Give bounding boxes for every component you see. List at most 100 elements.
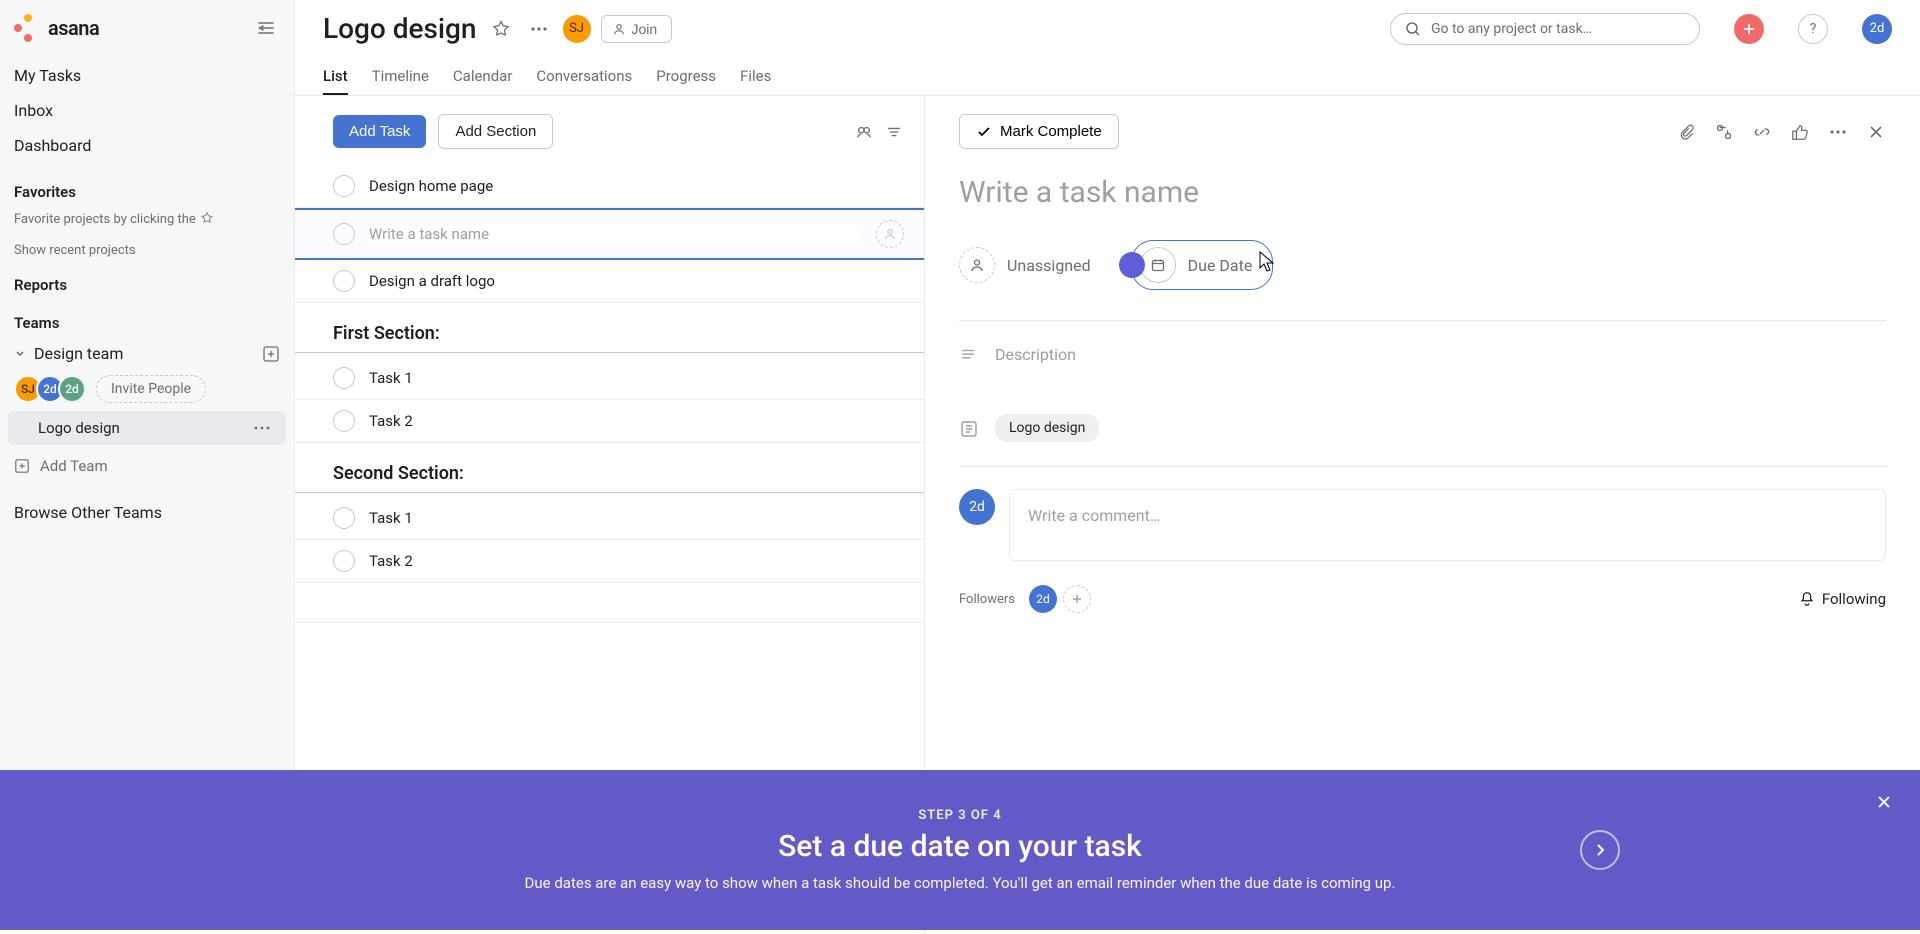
tab-progress[interactable]: Progress bbox=[656, 59, 716, 95]
onboarding-next-button[interactable] bbox=[1580, 830, 1620, 870]
subtask-icon[interactable] bbox=[1714, 122, 1734, 142]
join-button[interactable]: Join bbox=[601, 15, 673, 43]
assign-placeholder-icon[interactable] bbox=[876, 220, 904, 248]
complete-checkbox[interactable] bbox=[333, 507, 355, 529]
due-date-field[interactable]: Due Date bbox=[1131, 240, 1274, 290]
omni-add-button[interactable] bbox=[1734, 14, 1764, 44]
project-more-button[interactable] bbox=[525, 15, 553, 43]
filter-icon[interactable] bbox=[884, 122, 904, 142]
project-more-icon[interactable] bbox=[248, 424, 276, 432]
onboarding-close-button[interactable] bbox=[1872, 790, 1896, 814]
calendar-icon bbox=[1140, 247, 1176, 283]
members-icon[interactable] bbox=[854, 122, 874, 142]
add-task-button[interactable]: Add Task bbox=[333, 115, 426, 148]
description-field[interactable]: Description bbox=[959, 345, 1886, 364]
mark-complete-button[interactable]: Mark Complete bbox=[959, 114, 1119, 149]
sidebar-project-logo-design[interactable]: Logo design bbox=[8, 411, 286, 445]
task-title-input[interactable] bbox=[959, 175, 1886, 210]
complete-checkbox[interactable] bbox=[333, 270, 355, 292]
teams-heading: Teams bbox=[0, 300, 294, 338]
add-section-button[interactable]: Add Section bbox=[438, 114, 553, 149]
attach-icon[interactable] bbox=[1676, 122, 1696, 142]
team-members: SJ 2d 2d Invite People bbox=[0, 369, 294, 409]
project-tabs: List Timeline Calendar Conversations Pro… bbox=[323, 59, 1892, 95]
task-name[interactable]: Task 2 bbox=[369, 412, 904, 430]
onboarding-title: Set a due date on your task bbox=[525, 829, 1396, 864]
bell-icon bbox=[1798, 590, 1816, 608]
invite-people-button[interactable]: Invite People bbox=[96, 375, 206, 403]
tab-calendar[interactable]: Calendar bbox=[453, 59, 513, 95]
nav-inbox[interactable]: Inbox bbox=[0, 93, 294, 128]
favorites-heading: Favorites bbox=[0, 169, 294, 207]
sidebar-collapse-button[interactable] bbox=[252, 14, 280, 42]
current-user-avatar[interactable]: 2d bbox=[1862, 14, 1892, 44]
tab-conversations[interactable]: Conversations bbox=[536, 59, 632, 95]
favorites-hint: Favorite projects by clicking the bbox=[0, 207, 294, 239]
project-chip[interactable]: Logo design bbox=[995, 414, 1099, 442]
new-task-input[interactable] bbox=[369, 225, 862, 243]
like-icon[interactable] bbox=[1790, 122, 1810, 142]
favorite-star-button[interactable] bbox=[487, 15, 515, 43]
project-icon bbox=[959, 419, 977, 437]
task-row-new[interactable] bbox=[295, 208, 924, 260]
onboarding-highlight bbox=[1119, 252, 1145, 278]
task-row-empty[interactable] bbox=[295, 583, 924, 623]
complete-checkbox[interactable] bbox=[333, 367, 355, 389]
description-icon bbox=[959, 346, 977, 364]
assignee-field[interactable]: Unassigned bbox=[959, 247, 1091, 283]
caret-down-icon[interactable] bbox=[14, 348, 26, 360]
current-user-avatar: 2d bbox=[959, 489, 995, 525]
section-heading[interactable]: First Section: bbox=[295, 303, 924, 353]
project-header: Logo design SJ Join Go to any project or… bbox=[295, 0, 1920, 96]
complete-checkbox[interactable] bbox=[333, 175, 355, 197]
task-name[interactable]: Design home page bbox=[369, 177, 904, 195]
task-name[interactable]: Design a draft logo bbox=[369, 272, 904, 290]
add-project-button[interactable] bbox=[262, 345, 280, 363]
add-follower-button[interactable] bbox=[1063, 585, 1091, 613]
task-name[interactable]: Task 1 bbox=[369, 509, 904, 527]
task-more-icon[interactable] bbox=[1828, 122, 1848, 142]
person-icon bbox=[612, 22, 626, 36]
complete-checkbox[interactable] bbox=[333, 223, 355, 245]
brand-logo[interactable]: asana bbox=[14, 14, 252, 42]
brand-logo-icon bbox=[14, 14, 42, 42]
followers-label: Followers bbox=[959, 592, 1015, 607]
nav-dashboard[interactable]: Dashboard bbox=[0, 128, 294, 163]
star-icon bbox=[200, 211, 214, 225]
task-name[interactable]: Task 1 bbox=[369, 369, 904, 387]
reports-heading[interactable]: Reports bbox=[0, 262, 294, 300]
browse-other-teams[interactable]: Browse Other Teams bbox=[0, 485, 294, 540]
onboarding-step: STEP 3 OF 4 bbox=[525, 808, 1396, 823]
add-team-button[interactable]: Add Team bbox=[0, 447, 294, 485]
team-design-team[interactable]: Design team bbox=[34, 344, 254, 363]
task-row[interactable]: Task 1 bbox=[295, 497, 924, 540]
tab-list[interactable]: List bbox=[323, 59, 348, 95]
help-button[interactable]: ? bbox=[1798, 14, 1828, 44]
task-row[interactable]: Task 2 bbox=[295, 540, 924, 583]
onboarding-body: Due dates are an easy way to show when a… bbox=[525, 874, 1396, 892]
tab-timeline[interactable]: Timeline bbox=[372, 59, 429, 95]
show-recent-projects[interactable]: Show recent projects bbox=[0, 239, 294, 262]
search-icon bbox=[1405, 21, 1421, 37]
task-name[interactable]: Task 2 bbox=[369, 552, 904, 570]
avatar[interactable]: 2d bbox=[58, 375, 86, 403]
task-row[interactable]: Design home page bbox=[295, 165, 924, 208]
following-button[interactable]: Following bbox=[1798, 590, 1886, 608]
tab-files[interactable]: Files bbox=[740, 59, 771, 95]
nav-my-tasks[interactable]: My Tasks bbox=[0, 58, 294, 93]
comment-input[interactable]: Write a comment… bbox=[1009, 489, 1886, 561]
complete-checkbox[interactable] bbox=[333, 410, 355, 432]
task-row[interactable]: Task 1 bbox=[295, 357, 924, 400]
complete-checkbox[interactable] bbox=[333, 550, 355, 572]
brand-name: asana bbox=[48, 16, 99, 40]
check-icon bbox=[976, 124, 992, 140]
global-search[interactable]: Go to any project or task… bbox=[1390, 13, 1700, 45]
copy-link-icon[interactable] bbox=[1752, 122, 1772, 142]
follower-avatar[interactable]: 2d bbox=[1029, 585, 1057, 613]
task-row[interactable]: Task 2 bbox=[295, 400, 924, 443]
section-heading[interactable]: Second Section: bbox=[295, 443, 924, 493]
close-detail-icon[interactable] bbox=[1866, 122, 1886, 142]
task-row[interactable]: Design a draft logo bbox=[295, 260, 924, 303]
project-member-avatar[interactable]: SJ bbox=[563, 15, 591, 43]
person-icon bbox=[959, 247, 995, 283]
